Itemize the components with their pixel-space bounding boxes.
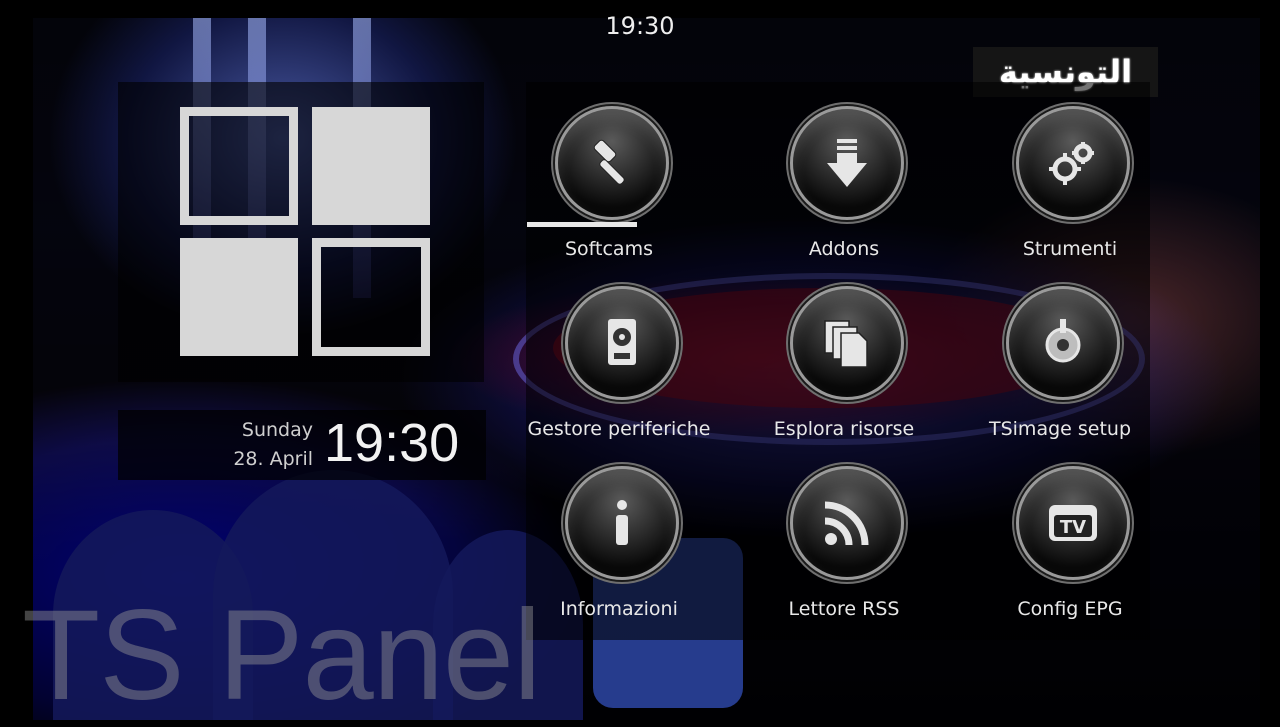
date-label: 28. April (233, 448, 313, 470)
svg-text:TV: TV (1060, 517, 1086, 538)
menu-item-label: Config EPG (1017, 598, 1123, 620)
menu-item-strumenti[interactable]: Strumenti (970, 94, 1170, 264)
panel-title: TS Panel (22, 584, 541, 727)
panel-logo-tiles (118, 82, 484, 382)
menu-item-label: Softcams (565, 238, 653, 260)
power-dial-icon (1006, 286, 1120, 400)
menu-item-informazioni[interactable]: Informazioni (519, 454, 719, 624)
hard-drive-icon (565, 286, 679, 400)
menu-item-label: Addons (808, 238, 880, 260)
menu-item-label: Gestore periferiche (527, 418, 711, 440)
menu-item-label: TSimage setup (988, 418, 1132, 440)
selection-indicator (527, 222, 637, 227)
download-arrow-icon (790, 106, 904, 220)
menu-item-tsimage-setup[interactable]: TSimage setup (960, 274, 1160, 444)
top-clock: 19:30 (605, 12, 675, 40)
menu-item-gestore-periferiche[interactable]: Gestore periferiche (519, 274, 719, 444)
menu-item-softcams[interactable]: Softcams (509, 94, 709, 264)
date-column: Sunday 28. April (233, 416, 313, 474)
menu-item-label: Strumenti (1022, 238, 1118, 260)
file-explorer-icon (790, 286, 904, 400)
menu-grid: Softcams Addons Strumenti Gestore perife… (526, 82, 1150, 640)
logo-tile-filled (180, 238, 298, 356)
menu-item-label: Lettore RSS (788, 598, 900, 620)
hammer-tools-icon (555, 106, 669, 220)
logo-tile-outline (180, 107, 298, 225)
logo-tile-filled (312, 107, 430, 225)
rss-feed-icon (790, 466, 904, 580)
weekday-label: Sunday (241, 419, 313, 441)
logo-tile-outline (312, 238, 430, 356)
datetime-widget: Sunday 28. April 19:30 (118, 410, 486, 480)
as-seen-on-tv-icon: TV (1016, 466, 1130, 580)
menu-item-label: Esplora risorse (773, 418, 915, 440)
clock-time: 19:30 (324, 413, 460, 473)
menu-item-esplora-risorse[interactable]: Esplora risorse (744, 274, 944, 444)
menu-item-addons[interactable]: Addons (744, 94, 944, 264)
gears-icon (1016, 106, 1130, 220)
info-icon (565, 466, 679, 580)
menu-item-config-epg[interactable]: TV Config EPG (970, 454, 1170, 624)
menu-item-lettore-rss[interactable]: Lettore RSS (744, 454, 944, 624)
